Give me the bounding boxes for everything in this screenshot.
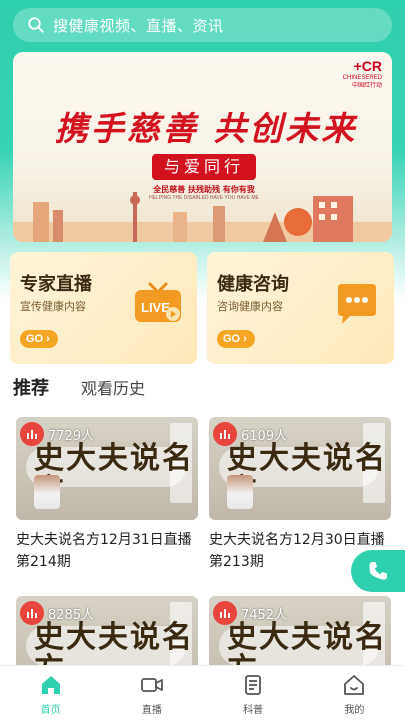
- tab-recommend[interactable]: 推荐: [13, 374, 49, 400]
- banner-tag: 与爱同行: [152, 154, 256, 180]
- viewer-count-badge: 7729人: [20, 422, 94, 446]
- card-description: 咨询健康内容: [217, 300, 283, 313]
- search-placeholder: 搜健康视频、直播、资讯: [53, 16, 224, 35]
- document-icon: [245, 675, 262, 695]
- bottom-navigation: 首页 直播 科普 我的: [0, 665, 405, 720]
- viewer-count-badge: 6109人: [213, 422, 287, 446]
- video-thumbnail: 史大夫说名方 6109人: [209, 417, 391, 520]
- svg-text:LIVE: LIVE: [141, 300, 170, 315]
- nav-label: 我的: [344, 705, 365, 716]
- live-bars-icon: [213, 601, 237, 625]
- card-title: 健康咨询: [217, 274, 289, 295]
- viewer-count-badge: 8285人: [20, 601, 94, 625]
- nav-label: 科普: [243, 705, 264, 716]
- home-icon: [41, 676, 60, 694]
- live-tv-icon: LIVE: [135, 282, 181, 322]
- phone-call-button[interactable]: [351, 550, 405, 592]
- live-bars-icon: [20, 422, 44, 446]
- card-title: 专家直播: [20, 274, 92, 295]
- nav-mine[interactable]: 我的: [304, 666, 405, 720]
- health-consult-card[interactable]: 健康咨询 咨询健康内容 GO ›: [207, 252, 394, 364]
- video-thumbnail: 史大夫说名方 7729人: [16, 417, 198, 520]
- profile-house-icon: [344, 675, 365, 695]
- city-skyline-illustration: [13, 192, 392, 242]
- nav-home[interactable]: 首页: [0, 666, 101, 720]
- live-bars-icon: [213, 422, 237, 446]
- viewer-count: 7729人: [48, 428, 95, 444]
- doctor-portrait: [227, 475, 253, 509]
- cr-logo-text: +CR: [353, 58, 382, 74]
- viewer-count-badge: 7452人: [213, 601, 287, 625]
- chat-bubble-icon: [338, 284, 376, 324]
- phone-icon: [369, 562, 387, 580]
- go-label: GO: [223, 333, 241, 345]
- banner-slogan: 携手慈善 共创未来: [54, 109, 358, 148]
- cr-logo-cn: 中国红行动: [351, 83, 382, 89]
- go-button[interactable]: GO ›: [217, 330, 255, 348]
- viewer-count: 7452人: [241, 607, 288, 623]
- video-camera-icon: [140, 678, 163, 692]
- expert-live-card[interactable]: 专家直播 宣传健康内容 GO › LIVE: [10, 252, 197, 364]
- cr-logo: +CR CHINESERED 中国红行动: [343, 58, 382, 90]
- viewer-count: 6109人: [241, 428, 288, 444]
- cr-logo-en: CHINESERED: [342, 75, 382, 81]
- content-tabs: 推荐 观看历史: [13, 372, 145, 402]
- viewer-count: 8285人: [48, 607, 95, 623]
- nav-label: 首页: [40, 705, 61, 716]
- nav-live[interactable]: 直播: [101, 666, 202, 720]
- nav-label: 直播: [141, 705, 162, 716]
- card-description: 宣传健康内容: [20, 300, 86, 313]
- live-bars-icon: [20, 601, 44, 625]
- video-title: 史大夫说名方12月31日直播第214期: [16, 532, 192, 570]
- search-icon: [28, 17, 44, 33]
- nav-science[interactable]: 科普: [203, 666, 304, 720]
- doctor-portrait: [34, 475, 60, 509]
- tab-watch-history[interactable]: 观看历史: [81, 375, 145, 399]
- go-label: GO: [26, 333, 44, 345]
- go-button[interactable]: GO ›: [20, 330, 58, 348]
- search-bar[interactable]: 搜健康视频、直播、资讯: [13, 8, 392, 42]
- promo-banner[interactable]: +CR CHINESERED 中国红行动 携手慈善 共创未来 与爱同行 全民慈善…: [13, 52, 392, 242]
